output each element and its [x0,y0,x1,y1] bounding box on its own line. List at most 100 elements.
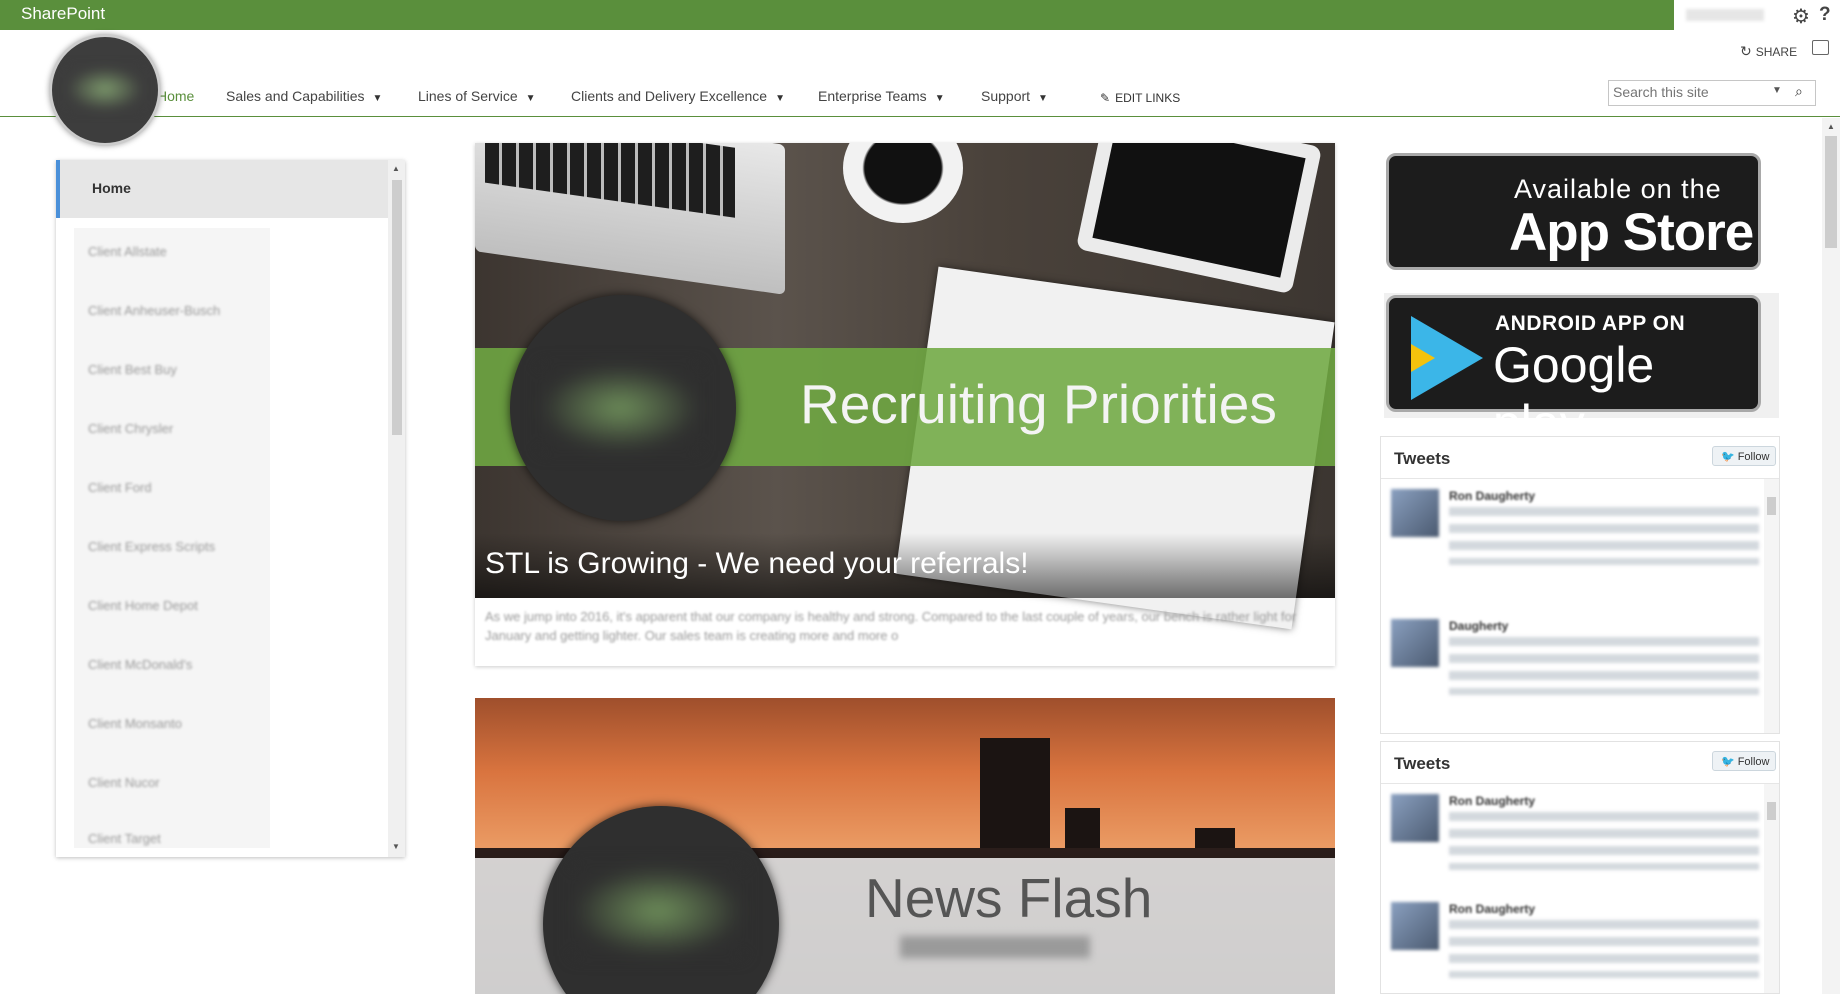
appstore-line1: Available on the [1514,174,1722,204]
quick-launch-item[interactable]: Client Target [88,831,161,846]
tweet-text [1449,507,1759,565]
scroll-up-icon[interactable]: ▲ [392,164,400,173]
nav-item-enterprise-teams[interactable]: Enterprise Teams ▼ [818,88,945,104]
avatar[interactable] [1391,902,1439,950]
chevron-down-icon[interactable]: ▼ [935,93,945,104]
chevron-down-icon[interactable]: ▼ [775,93,785,104]
twitter-bird-icon: 🐦 [1721,451,1735,463]
laptop-graphic [475,143,785,295]
quick-launch-item[interactable]: Client Best Buy [88,362,177,377]
nav-item-label: Sales and Capabilities [226,88,365,104]
tweet-item[interactable]: Ron Daugherty [1391,489,1766,594]
quick-launch-home-label: Home [92,180,131,196]
avatar[interactable] [1391,619,1439,667]
pencil-icon: ✎ [1100,91,1111,105]
tweet-author[interactable]: Ron Daugherty [1449,794,1535,808]
keyboard-graphic [485,143,735,218]
quick-launch-item[interactable]: Client Nucor [88,775,160,790]
headline-overlay: STL is Growing - We need your referrals! [475,533,1335,598]
quick-launch-item[interactable]: Client Ford [88,480,152,495]
tweets-widget: Tweets 🐦 Follow Ron Daugherty Daugherty [1380,436,1780,734]
tweet-author[interactable]: Ron Daugherty [1449,489,1535,503]
quick-launch-item[interactable]: Client Chrysler [88,421,173,436]
tweets-widget: Tweets 🐦 Follow Ron Daugherty Ron Daugher… [1380,741,1780,994]
nav-item-home[interactable]: Home [157,88,194,104]
nav-item-lines-of-service[interactable]: Lines of Service ▼ [418,88,536,104]
scroll-up-icon[interactable]: ▲ [1827,122,1835,131]
scrollbar-thumb[interactable] [1825,136,1837,248]
tweet-author[interactable]: Daugherty [1449,619,1508,633]
tweets-title: Tweets [1394,449,1451,468]
quick-launch-scrollbar[interactable]: ▲ ▼ [388,160,405,857]
share-button[interactable]: ↻ SHARE [1740,43,1797,60]
focus-on-content-icon[interactable] [1812,40,1829,55]
avatar[interactable] [1391,794,1439,842]
quick-launch-item[interactable]: Client Home Depot [88,598,198,613]
tweet-item[interactable]: Daugherty [1391,619,1766,724]
tweet-author[interactable]: Ron Daugherty [1449,902,1535,916]
quick-launch-item[interactable]: Client Anheuser-Busch [88,303,220,318]
help-icon[interactable]: ? [1819,4,1831,26]
chevron-down-icon[interactable]: ▼ [526,93,536,104]
quick-launch-home[interactable]: Home [56,160,391,218]
nav-item-label: Enterprise Teams [818,88,927,104]
edit-links-button[interactable]: ✎ EDIT LINKS [1100,91,1180,105]
search-box[interactable]: ▼ ⌕ [1608,80,1816,106]
twitter-bird-icon: 🐦 [1721,756,1735,768]
tweet-item[interactable]: Ron Daugherty [1391,794,1766,899]
nav-item-clients-and-delivery[interactable]: Clients and Delivery Excellence ▼ [571,88,785,104]
banner-title: Recruiting Priorities [800,373,1277,435]
quick-launch-item[interactable]: Client Monsanto [88,716,182,731]
search-scope-dropdown-icon[interactable]: ▼ [1772,85,1782,96]
avatar[interactable] [1391,489,1439,537]
nav-item-label: Home [157,88,195,104]
follow-label: Follow [1737,756,1770,768]
news-card-recruiting[interactable]: Recruiting Priorities STL is Growing - W… [475,143,1335,666]
nav-item-label: Lines of Service [418,88,518,104]
coffee-cup-graphic [843,143,963,223]
sharepoint-brand[interactable]: SharePoint [21,4,105,24]
gear-icon[interactable]: ⚙ [1792,4,1810,29]
tweet-text [1449,920,1759,978]
company-badge [510,295,736,521]
search-input[interactable] [1613,83,1763,101]
tweet-text [1449,637,1759,695]
chevron-down-icon[interactable]: ▼ [1038,93,1048,104]
news-headline[interactable]: STL is Growing - We need your referrals! [485,547,1029,581]
tweet-text [1449,812,1759,870]
scrollbar-thumb[interactable] [1767,802,1776,820]
news-excerpt: As we jump into 2016, it's apparent that… [485,609,1297,643]
user-name[interactable] [1686,9,1764,21]
brand-bar[interactable]: SharePoint [0,0,1674,30]
tablet-graphic [1075,143,1323,295]
nav-item-sales-and-capabilities[interactable]: Sales and Capabilities ▼ [226,88,382,104]
ribbon-row [0,30,1840,66]
tweet-item[interactable]: Ron Daugherty [1391,902,1766,993]
nav-item-support[interactable]: Support ▼ [981,88,1048,104]
share-label: SHARE [1755,45,1798,59]
quick-launch-item[interactable]: Client McDonald's [88,657,192,672]
banner-subtitle [900,936,1090,958]
google-play-badge[interactable]: ANDROID APP ON Google play [1386,295,1761,451]
nav-item-label: Support [981,88,1031,104]
page-scrollbar[interactable]: ▲ [1822,118,1840,994]
logo-blur [67,67,143,111]
follow-button[interactable]: 🐦 Follow [1712,446,1776,466]
scrollbar-thumb[interactable] [392,180,402,435]
search-icon[interactable]: ⌕ [1795,83,1803,100]
scroll-down-icon[interactable]: ▼ [392,842,400,851]
scrollbar-thumb[interactable] [1767,497,1776,515]
news-card-news-flash[interactable]: News Flash [475,698,1335,994]
quick-launch-item[interactable]: Client Express Scripts [88,539,215,554]
tweets-scrollbar[interactable] [1764,479,1779,733]
follow-button[interactable]: 🐦 Follow [1712,751,1776,771]
chevron-down-icon[interactable]: ▼ [373,93,383,104]
android-line1: ANDROID APP ON [1495,312,1686,335]
company-badge [543,806,779,994]
quick-launch-item[interactable]: Client Allstate [88,244,167,259]
app-store-badge[interactable]: Available on the App Store [1386,153,1761,270]
tweets-scrollbar[interactable] [1764,784,1779,993]
site-logo[interactable] [49,34,161,146]
android-line2: Google play [1493,337,1655,451]
banner-title: News Flash [865,867,1153,929]
